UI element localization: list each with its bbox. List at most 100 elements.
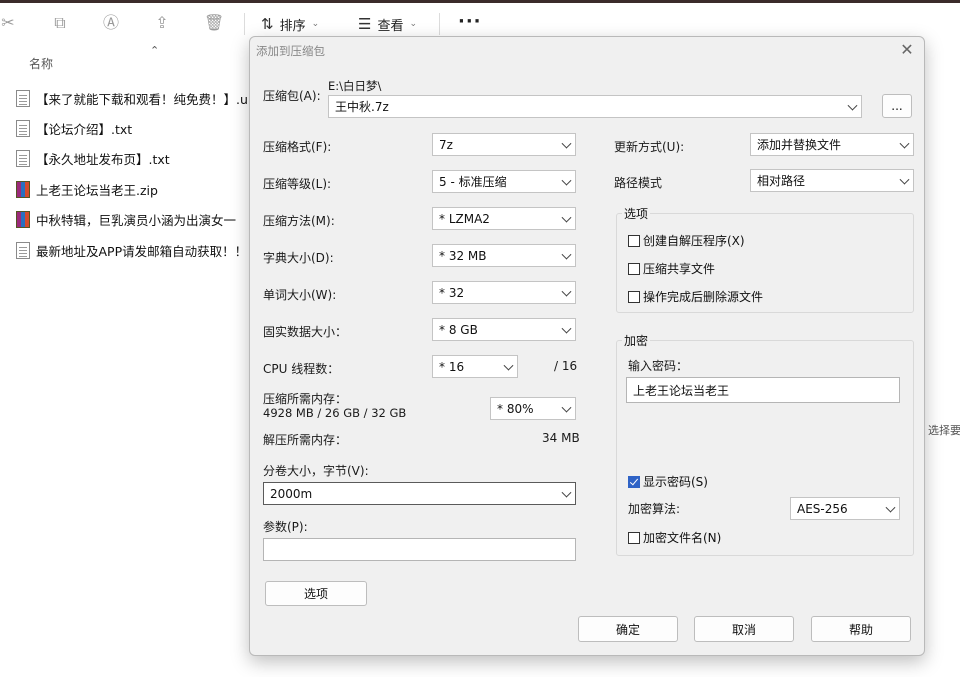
file-name: 【永久地址发布页】.txt <box>36 151 170 167</box>
file-name: 上老王论坛当老王.zip <box>36 182 158 198</box>
format-value: 7z <box>439 137 453 152</box>
delete-after-checkbox[interactable]: 操作完成后删除源文件 <box>628 288 763 305</box>
list-item[interactable]: 上老王论坛当老王.zip <box>16 179 248 199</box>
help-button[interactable]: 帮助 <box>811 616 911 642</box>
compress-memory-label: 压缩所需内存： <box>263 392 348 406</box>
chevron-down-icon <box>561 286 572 297</box>
list-item[interactable]: 中秋特辑，巨乳演员小涵为出演女一 <box>16 209 248 229</box>
chevron-down-icon <box>561 323 572 334</box>
delete-icon[interactable]: 🗑 <box>204 13 224 33</box>
update-mode-value: 添加并替换文件 <box>757 138 842 152</box>
memory-usage-value: * 80% <box>497 401 534 416</box>
list-item[interactable]: 最新地址及APP请发邮箱自动获取！！ <box>16 240 248 260</box>
rename-icon[interactable]: Ⓐ <box>101 13 121 33</box>
encryption-method-value: AES-256 <box>797 501 848 516</box>
encryption-method-select[interactable]: AES-256 <box>790 497 900 520</box>
options-group-title: 选项 <box>622 205 651 222</box>
update-mode-label: 更新方式(U): <box>614 140 685 154</box>
show-password-label: 显示密码(S) <box>643 475 708 489</box>
password-input[interactable]: 上老王论坛当老王 <box>626 377 900 403</box>
file-name: 中秋特辑，巨乳演员小涵为出演女一 <box>36 212 237 228</box>
sort-icon: ⇅ <box>261 15 274 33</box>
list-item[interactable]: 【论坛介绍】.txt <box>16 118 248 138</box>
checkbox-box <box>628 290 640 303</box>
copy-icon[interactable]: ⧉ <box>50 13 70 33</box>
decompress-memory-value: 34 MB <box>542 431 580 445</box>
list-item[interactable]: 【来了就能下载和观看！纯免费！】.url <box>16 88 248 108</box>
show-password-checkbox[interactable]: 显示密码(S) <box>628 473 708 490</box>
split-size-combo[interactable]: 2000m <box>263 482 576 505</box>
delete-after-label: 操作完成后删除源文件 <box>643 290 764 304</box>
archive-file-icon <box>16 210 30 228</box>
password-label: 输入密码： <box>628 359 689 373</box>
solid-block-select[interactable]: * 8 GB <box>432 318 576 341</box>
compress-shared-label: 压缩共享文件 <box>643 262 716 276</box>
file-name: 【论坛介绍】.txt <box>36 121 133 137</box>
decompress-memory-label: 解压所需内存： <box>263 433 348 447</box>
column-header-name[interactable]: 名称 <box>29 55 53 72</box>
dictionary-value: * 32 MB <box>439 248 487 263</box>
archive-name-combo[interactable]: 王中秋.7z <box>328 95 862 118</box>
solid-block-label: 固实数据大小： <box>263 325 348 339</box>
path-mode-value: 相对路径 <box>757 174 806 188</box>
dictionary-select[interactable]: * 32 MB <box>432 244 576 267</box>
level-select[interactable]: 5 - 标准压缩 <box>432 170 576 193</box>
close-icon[interactable]: ✕ <box>898 40 916 59</box>
toolbar-divider <box>244 13 245 35</box>
chevron-down-icon <box>561 212 572 223</box>
word-size-value: * 32 <box>439 285 465 300</box>
level-label: 压缩等级(L): <box>263 177 332 191</box>
chevron-down-icon <box>899 174 910 185</box>
view-icon: ☰ <box>358 15 372 33</box>
toolbar-divider <box>439 13 440 35</box>
text-file-icon <box>16 149 30 167</box>
view-button[interactable]: ☰ 查看 ⌄ <box>358 13 417 35</box>
split-size-value: 2000m <box>270 486 313 501</box>
threads-max: / 16 <box>554 359 578 373</box>
ok-button[interactable]: 确定 <box>578 616 678 642</box>
chevron-down-icon <box>561 138 572 149</box>
sort-label: 排序 <box>279 18 306 34</box>
encrypt-names-label: 加密文件名(N) <box>643 531 722 545</box>
encryption-method-label: 加密算法: <box>628 502 681 516</box>
file-name: 【来了就能下载和观看！纯免费！】.url <box>36 91 248 107</box>
create-sfx-label: 创建自解压程序(X) <box>643 234 745 248</box>
format-select[interactable]: 7z <box>432 133 576 156</box>
solid-block-value: * 8 GB <box>439 322 478 337</box>
view-label: 查看 <box>377 18 404 34</box>
update-mode-select[interactable]: 添加并替换文件 <box>750 133 914 156</box>
share-icon[interactable]: ⇪ <box>152 13 172 33</box>
threads-select[interactable]: * 16 <box>432 355 518 378</box>
list-item[interactable]: 【永久地址发布页】.txt <box>16 148 248 168</box>
browse-button[interactable]: ... <box>882 94 912 118</box>
create-sfx-checkbox[interactable]: 创建自解压程序(X) <box>628 232 745 249</box>
encrypt-names-checkbox[interactable]: 加密文件名(N) <box>628 529 721 546</box>
method-value: * LZMA2 <box>439 211 490 226</box>
checkbox-box <box>628 531 640 544</box>
params-input[interactable] <box>263 538 576 561</box>
compress-shared-checkbox[interactable]: 压缩共享文件 <box>628 260 715 277</box>
chevron-down-icon <box>561 487 572 498</box>
checkbox-box <box>628 262 640 275</box>
options-button[interactable]: 选项 <box>265 581 367 606</box>
dictionary-label: 字典大小(D): <box>263 251 334 265</box>
method-select[interactable]: * LZMA2 <box>432 207 576 230</box>
cancel-button[interactable]: 取消 <box>694 616 794 642</box>
encryption-group-title: 加密 <box>622 332 651 349</box>
archive-name-value: 王中秋.7z <box>335 100 389 114</box>
cut-icon[interactable]: ✂ <box>0 13 18 33</box>
archive-file-icon <box>16 180 30 198</box>
checkbox-box <box>628 475 640 488</box>
chevron-down-icon: ⌄ <box>409 19 418 29</box>
add-to-archive-dialog: 添加到压缩包 ✕ 压缩包(A): E:\白日梦\ 王中秋.7z ... 压缩格式… <box>249 36 925 656</box>
split-label: 分卷大小，字节(V): <box>263 464 369 478</box>
word-size-select[interactable]: * 32 <box>432 281 576 304</box>
sort-button[interactable]: ⇅ 排序 ⌄ <box>261 13 319 35</box>
text-file-icon <box>16 119 30 137</box>
path-mode-select[interactable]: 相对路径 <box>750 169 914 192</box>
text-file-icon <box>16 89 30 107</box>
memory-usage-select[interactable]: * 80% <box>490 397 576 420</box>
more-options-icon[interactable]: ··· <box>458 11 482 32</box>
archive-label: 压缩包(A): <box>263 89 321 103</box>
compress-memory-detail: 4928 MB / 26 GB / 32 GB <box>263 406 407 420</box>
